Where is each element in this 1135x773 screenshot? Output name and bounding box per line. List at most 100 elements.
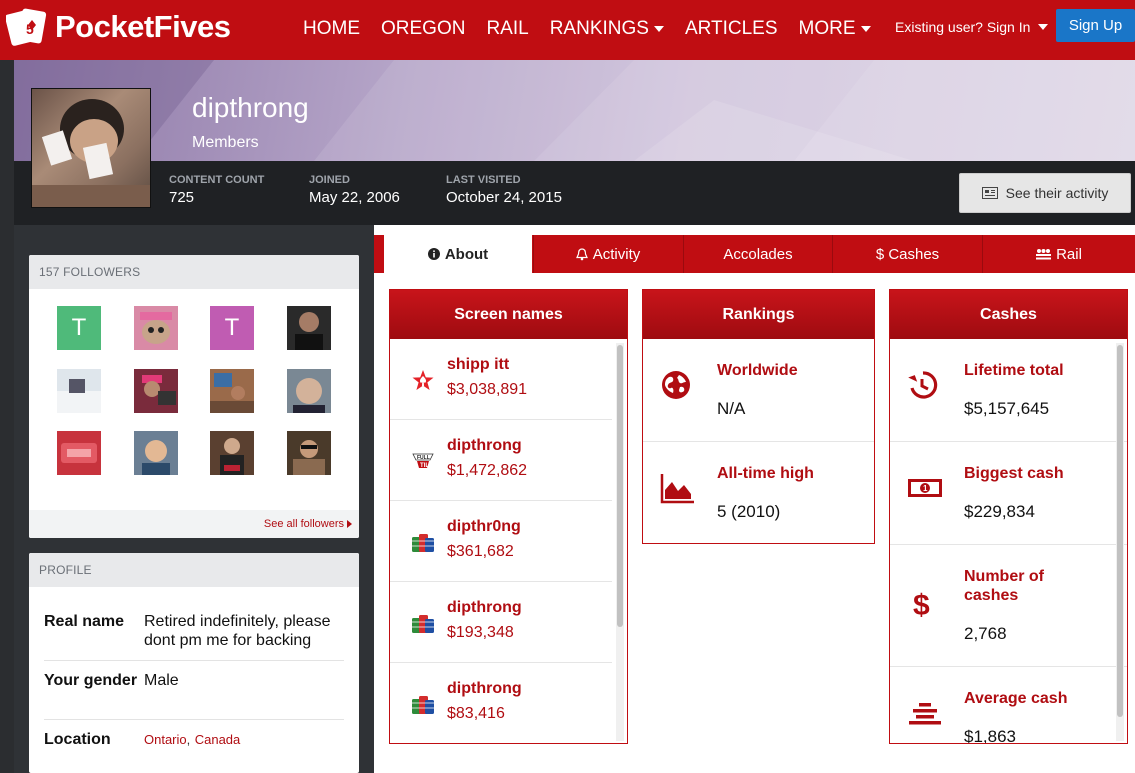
avatar-photo: [140, 312, 172, 344]
screen-name[interactable]: shipp itt: [447, 356, 509, 374]
ranking-title: Worldwide: [717, 362, 798, 379]
logo-cards-icon[interactable]: 5: [6, 6, 52, 52]
see-all-label: See all followers: [263, 518, 344, 530]
stat-label: CONTENT COUNT: [169, 174, 265, 186]
list-item: Lifetime total $5,157,645: [890, 339, 1127, 442]
avatar-photo: [210, 373, 254, 413]
avatar-photo: [61, 443, 97, 463]
bell-icon: [575, 247, 588, 260]
follower-avatar[interactable]: [134, 369, 178, 413]
globe-icon: [662, 371, 690, 399]
screen-name[interactable]: dipthr0ng: [447, 518, 521, 536]
history-icon: [908, 371, 938, 399]
follower-avatar[interactable]: [134, 431, 178, 475]
stat-value: May 22, 2006: [309, 189, 400, 206]
follower-avatar[interactable]: [287, 431, 331, 475]
scrollbar-thumb[interactable]: [1117, 345, 1123, 717]
follower-avatar[interactable]: [210, 431, 254, 475]
money-icon: 1: [908, 479, 942, 497]
avatar-photo: [293, 440, 325, 475]
cash-stat-title: Number of cashes: [964, 568, 1044, 604]
nav-more[interactable]: MORE: [799, 18, 871, 40]
chevron-down-icon: [1038, 24, 1049, 30]
nav-articles[interactable]: ARTICLES: [685, 18, 778, 40]
stat-value: October 24, 2015: [446, 189, 562, 206]
location-separator: ,: [186, 732, 191, 747]
stat-label: LAST VISITED: [446, 174, 521, 186]
cashes-panel: Cashes Lifetime total $5,157,645 1 Bigge…: [889, 289, 1128, 744]
tab-cashes[interactable]: $ Cashes: [832, 235, 982, 273]
chips-icon: [412, 615, 434, 633]
cash-stat-title: Biggest cash: [964, 465, 1064, 482]
top-nav: 5 PocketFives HOME OREGON RAIL RANKINGS …: [0, 0, 1135, 60]
area-chart-icon: [660, 474, 694, 504]
avatar-photo: [220, 438, 244, 475]
profile-avatar[interactable]: [31, 88, 151, 208]
follower-avatar[interactable]: [57, 431, 101, 475]
profile-box: PROFILE Real name Retired indefinitely, …: [29, 553, 359, 773]
list-item[interactable]: dipthrong $83,416: [390, 663, 612, 743]
follower-avatar[interactable]: T: [210, 306, 254, 350]
tab-accolades[interactable]: Accolades: [683, 235, 832, 273]
list-item[interactable]: shipp itt $3,038,891: [390, 339, 612, 420]
see-all-followers-link[interactable]: See all followers: [264, 518, 352, 530]
list-item: $ Number of cashes 2,768: [890, 545, 1127, 667]
list-item[interactable]: dipthrong $193,348: [390, 582, 612, 663]
panel-title: Rankings: [643, 290, 874, 339]
screen-name-amount: $83,416: [447, 705, 505, 722]
tab-activity-label: Activity: [592, 245, 641, 263]
nav-rail-label: RAIL: [486, 18, 529, 39]
screen-name[interactable]: dipthrong: [447, 680, 522, 698]
nav-rail[interactable]: RAIL: [486, 18, 528, 40]
avatar-photo: [295, 312, 323, 350]
nav-rankings[interactable]: RANKINGS: [550, 18, 664, 40]
brand-name[interactable]: PocketFives: [55, 9, 231, 45]
profile-usergroup: Members: [192, 134, 259, 151]
follower-avatar[interactable]: [210, 369, 254, 413]
list-item[interactable]: FULL TILT dipthrong $1,472,862: [390, 420, 612, 501]
tab-activity[interactable]: Activity: [533, 235, 682, 273]
follower-avatar[interactable]: [57, 369, 101, 413]
nav-oregon-label: OREGON: [381, 18, 466, 39]
sign-in-link[interactable]: Existing user? Sign In: [895, 19, 1049, 35]
screen-name[interactable]: dipthrong: [447, 437, 522, 455]
screen-name-amount: $1,472,862: [447, 462, 528, 479]
screen-name[interactable]: dipthrong: [447, 599, 522, 617]
main-menu: HOME OREGON RAIL RANKINGS ARTICLES MORE: [303, 18, 892, 40]
list-item[interactable]: dipthr0ng $361,682: [390, 501, 612, 582]
profile-key: Your gender: [44, 672, 138, 689]
chevron-right-icon: [347, 520, 352, 528]
nav-home[interactable]: HOME: [303, 18, 360, 40]
profile-title: PROFILE: [29, 553, 359, 587]
cashes-scrollbar[interactable]: [1116, 343, 1124, 741]
avatar-photo: [293, 378, 325, 413]
tab-rail[interactable]: Rail: [982, 235, 1135, 273]
scrollbar-thumb[interactable]: [617, 345, 623, 627]
chevron-down-icon: [860, 26, 871, 32]
profile-key: Location: [44, 731, 111, 748]
screen-names-scrollbar[interactable]: [616, 343, 624, 741]
stat-value: 725: [169, 189, 195, 206]
divider: [44, 719, 344, 720]
follower-avatar[interactable]: T: [57, 306, 101, 350]
profile-value: Ontario, Canada: [144, 730, 349, 749]
follower-avatar[interactable]: [134, 306, 178, 350]
tab-about[interactable]: About: [384, 235, 532, 273]
nav-more-label: MORE: [798, 18, 856, 39]
profile-cover: [14, 60, 1135, 161]
followers-box: 157 FOLLOWERS T T See all followers: [29, 255, 359, 538]
list-item: Worldwide N/A: [643, 339, 874, 442]
nav-oregon[interactable]: OREGON: [381, 18, 465, 40]
location-country-link[interactable]: Canada: [195, 732, 241, 747]
cash-stat-value: $229,834: [964, 502, 1035, 521]
chips-icon: [412, 696, 434, 714]
tab-about-label: About: [444, 245, 489, 263]
location-city-link[interactable]: Ontario: [144, 732, 187, 747]
profile-value: Retired indefinitely, please dont pm me …: [144, 613, 331, 649]
follower-avatar[interactable]: [287, 306, 331, 350]
sign-up-button[interactable]: Sign Up: [1056, 9, 1135, 42]
follower-avatar[interactable]: [287, 369, 331, 413]
profile-key: Real name: [44, 613, 125, 630]
see-activity-button[interactable]: See their activity: [959, 173, 1131, 213]
screen-name-amount: $193,348: [447, 624, 514, 641]
